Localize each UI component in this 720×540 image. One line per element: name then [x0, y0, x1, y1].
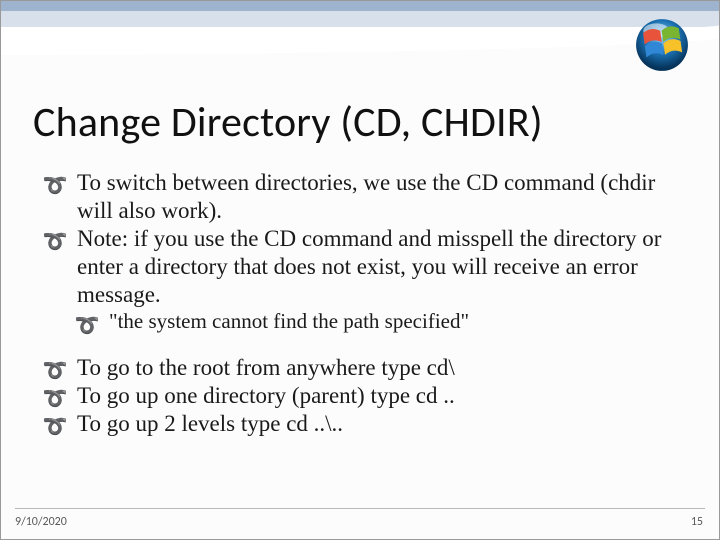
- slide-body: To switch between directories, we use th…: [43, 169, 677, 438]
- bullet-item: To go up one directory (parent) type cd …: [43, 382, 677, 410]
- bullet-text: To go up one directory (parent) type cd …: [77, 382, 455, 410]
- bullet-item-sub: "the system cannot find the path specifi…: [75, 309, 677, 336]
- bullet-text: To go up 2 levels type cd ..\..: [77, 410, 343, 438]
- bullet-decor-icon: [43, 413, 77, 440]
- bullet-text: Note: if you use the CD command and miss…: [77, 225, 677, 309]
- bullet-item: To go to the root from anywhere type cd\: [43, 354, 677, 382]
- footer-page-number: 15: [691, 515, 703, 529]
- bullet-decor-icon: [43, 357, 77, 384]
- footer-date: 9/10/2020: [15, 515, 67, 529]
- bullet-text: To switch between directories, we use th…: [77, 169, 677, 225]
- bullet-item: Note: if you use the CD command and miss…: [43, 225, 677, 309]
- bullet-item: To go up 2 levels type cd ..\..: [43, 410, 677, 438]
- bullet-decor-icon: [43, 172, 77, 199]
- header-swoosh-decoration: [1, 1, 719, 85]
- bullet-text: "the system cannot find the path specifi…: [109, 309, 469, 335]
- swoosh-band: [1, 27, 719, 55]
- bullet-decor-icon: [43, 228, 77, 255]
- slide-title: Change Directory (CD, CHDIR): [33, 97, 543, 148]
- bullet-decor-icon: [43, 385, 77, 412]
- bullet-text: To go to the root from anywhere type cd\: [77, 354, 455, 382]
- bullet-item: To switch between directories, we use th…: [43, 169, 677, 225]
- footer-divider: [15, 508, 705, 509]
- bullet-decor-icon: [75, 312, 109, 339]
- windows-logo-icon: [623, 9, 701, 81]
- spacer: [43, 336, 677, 354]
